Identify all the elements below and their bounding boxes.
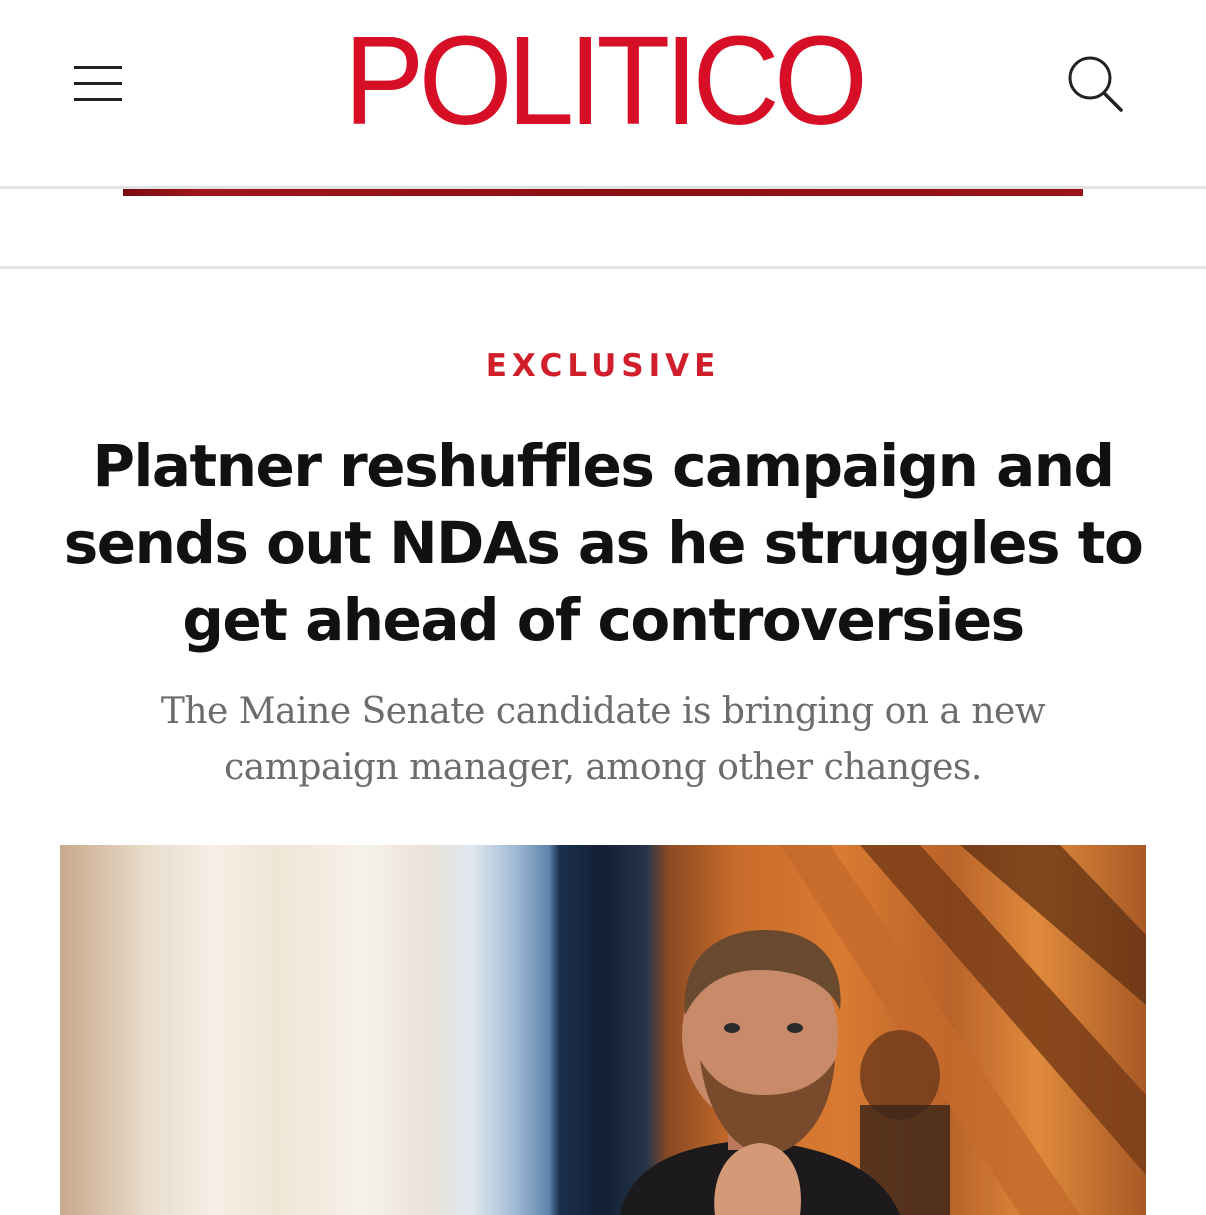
article-lead-photo[interactable] (60, 845, 1146, 1215)
article-dek: The Maine Senate candidate is bringing o… (100, 684, 1106, 796)
search-icon (1068, 56, 1123, 112)
site-header: POLITICO (0, 0, 1206, 189)
search-button[interactable] (1058, 50, 1132, 120)
article-headline[interactable]: Platner reshuffles campaign and sends ou… (60, 428, 1146, 659)
ad-banner-strip (0, 189, 1206, 269)
headline-line: get ahead of controversies (182, 586, 1025, 654)
photo-scene (620, 845, 1146, 1215)
dek-line: The Maine Senate candidate is bringing o… (160, 691, 1046, 732)
headline-line: sends out NDAs as he struggles to (63, 509, 1144, 577)
dek-line: campaign manager, among other changes. (224, 747, 982, 788)
headline-line: Platner reshuffles campaign and (92, 432, 1115, 500)
politico-logo[interactable]: POLITICO (24, 18, 1182, 144)
ad-banner-line (123, 189, 1083, 196)
article-kicker: EXCLUSIVE (485, 348, 721, 384)
